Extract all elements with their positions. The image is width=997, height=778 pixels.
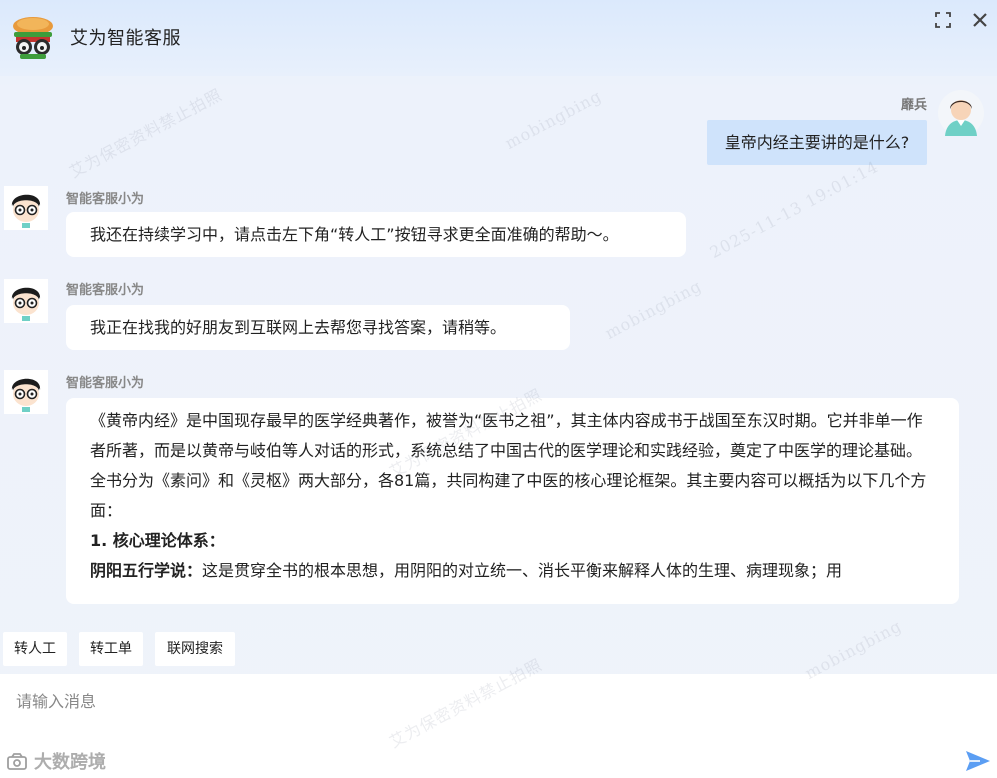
bot-name: 智能客服小为 <box>66 376 145 391</box>
close-icon <box>973 13 987 27</box>
watermark-logo: 大数跨境 <box>6 748 106 774</box>
transfer-ticket-button[interactable]: 转工单 <box>79 632 143 666</box>
close-button[interactable] <box>968 8 992 32</box>
send-icon[interactable] <box>964 748 992 774</box>
bot-avatar <box>4 186 48 230</box>
answer-paragraph: 《黄帝内经》是中国现存最早的医学经典著作，被誉为“医书之祖”，其主体内容成书于战… <box>90 411 923 460</box>
watermark-logo-text: 大数跨境 <box>34 752 106 773</box>
bot-avatar <box>4 370 48 414</box>
input-area: 大数跨境 <box>0 674 997 778</box>
fullscreen-button[interactable] <box>931 8 955 32</box>
message-input[interactable] <box>0 674 940 744</box>
bot-answer-bubble[interactable]: 《黄帝内经》是中国现存最早的医学经典著作，被誉为“医书之祖”，其主体内容成书于战… <box>66 398 959 604</box>
bot-name: 智能客服小为 <box>66 192 145 207</box>
web-search-button[interactable]: 联网搜索 <box>155 632 235 666</box>
app-title: 艾为智能客服 <box>70 28 181 49</box>
bot-message-bubble: 我还在持续学习中，请点击左下角“转人工”按钮寻求更全面准确的帮助～。 <box>66 212 686 257</box>
transfer-human-button[interactable]: 转人工 <box>3 632 67 666</box>
watermark-text: mobingbing <box>801 616 905 683</box>
user-avatar <box>938 90 984 136</box>
bot-name: 智能客服小为 <box>66 283 145 298</box>
answer-text: 这是贯穿全书的根本思想，用阴阳的对立统一、消长平衡来解释人体的生理、病理现象；用 <box>202 561 843 580</box>
camera-icon <box>7 753 27 770</box>
chat-window: 艾为智能客服 靡兵 皇帝内经主要讲的是什么? 智能客服小为 我还在持续学习中，请… <box>0 0 997 778</box>
fullscreen-icon <box>935 12 951 28</box>
user-name: 靡兵 <box>900 98 927 113</box>
user-message-bubble: 皇帝内经主要讲的是什么? <box>707 120 927 165</box>
header: 艾为智能客服 <box>0 0 997 76</box>
bot-message-bubble: 我正在找我的好朋友到互联网上去帮您寻找答案，请稍等。 <box>66 305 570 350</box>
answer-paragraph: 阴阳五行学说：这是贯穿全书的根本思想，用阴阳的对立统一、消长平衡来解释人体的生理… <box>90 556 935 586</box>
bot-avatar <box>4 279 48 323</box>
chat-messages[interactable]: 靡兵 皇帝内经主要讲的是什么? 智能客服小为 我还在持续学习中，请点击左下角“转… <box>0 76 997 606</box>
answer-term: 阴阳五行学说： <box>90 561 203 580</box>
brand-logo-icon <box>13 17 53 59</box>
answer-paragraph: 全书分为《素问》和《灵枢》两大部分，各81篇，共同构建了中医的核心理论框架。其主… <box>90 471 927 520</box>
answer-heading: 1. 核心理论体系： <box>90 531 225 550</box>
